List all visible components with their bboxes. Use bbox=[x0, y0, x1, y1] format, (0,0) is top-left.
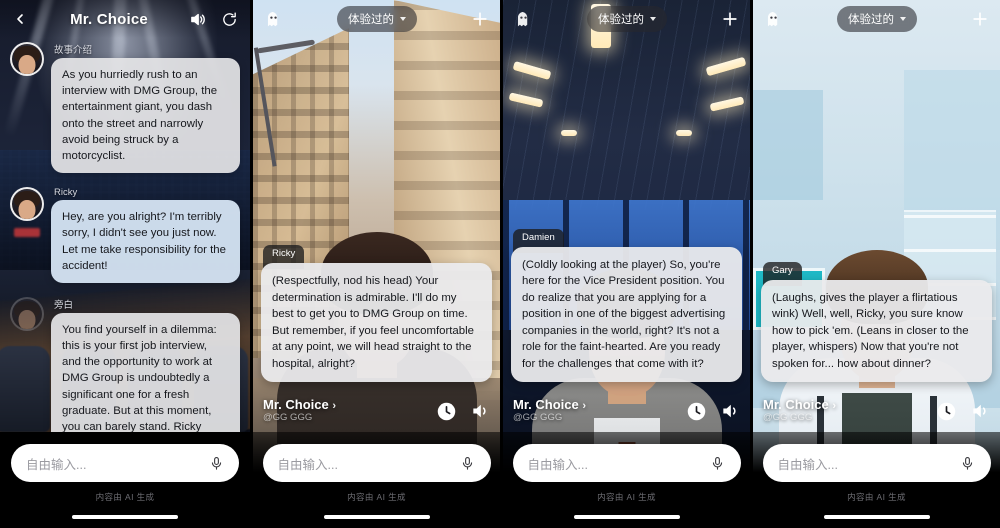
home-indicator bbox=[823, 515, 930, 519]
message-bubble: As you hurriedly rush to an interview wi… bbox=[51, 58, 240, 174]
search-input-bar[interactable]: 自由输入... bbox=[512, 444, 741, 482]
dialogue-box: Gary (Laughs, gives the player a flirtat… bbox=[761, 254, 992, 382]
character-handle: @GG GGG bbox=[513, 411, 563, 423]
microphone-icon[interactable] bbox=[206, 453, 226, 473]
plus-icon[interactable] bbox=[470, 9, 490, 29]
microphone-icon[interactable] bbox=[458, 453, 478, 473]
dialogue-text: (Respectfully, nod his head) Your determ… bbox=[261, 263, 492, 382]
ghost-icon[interactable] bbox=[763, 9, 784, 30]
character-info-bar: Mr. Choice › @GG GGG bbox=[503, 390, 750, 432]
chat-input-area: 自由输入... 内容由 AI 生成 bbox=[0, 432, 250, 528]
character-identity[interactable]: Mr. Choice › @GG GGG bbox=[513, 398, 586, 423]
chat-message: 旁白 You find yourself in a dilemma: this … bbox=[10, 296, 240, 432]
ai-generated-note: 内容由 AI 生成 bbox=[347, 492, 406, 502]
message-speaker: 故事介绍 bbox=[54, 45, 93, 56]
search-input-bar[interactable]: 自由输入... bbox=[11, 444, 239, 482]
free-input-placeholder: 自由输入... bbox=[277, 457, 338, 472]
character-actions bbox=[936, 401, 990, 422]
dialogue-box: Damien (Coldly looking at the player) So… bbox=[511, 221, 742, 382]
chat-message-list[interactable]: 故事介绍 As you hurriedly rush to an intervi… bbox=[0, 38, 250, 432]
character-name: Mr. Choice › bbox=[263, 397, 337, 413]
chat-message: Ricky Hey, are you alright? I'm terribly… bbox=[10, 187, 240, 283]
office-scene-panel: 体验过的 Damien (Coldly looking at the playe… bbox=[500, 0, 750, 528]
chevron-left-icon[interactable] bbox=[10, 9, 30, 29]
caret-down-icon bbox=[650, 17, 656, 21]
dialogue-text: (Laughs, gives the player a flirtatious … bbox=[761, 279, 992, 382]
character-identity[interactable]: Mr. Choice › @GG GGG bbox=[763, 398, 836, 423]
character-info-bar: Mr. Choice › @GG GGG bbox=[253, 390, 500, 432]
filter-label: 体验过的 bbox=[598, 14, 644, 26]
filter-label: 体验过的 bbox=[848, 14, 894, 26]
character-handle: @GG GGG bbox=[763, 411, 813, 423]
ghost-icon[interactable] bbox=[263, 9, 284, 30]
clock-icon[interactable] bbox=[686, 401, 707, 422]
microphone-icon[interactable] bbox=[708, 453, 728, 473]
search-input-bar[interactable]: 自由输入... bbox=[762, 444, 991, 482]
clock-icon[interactable] bbox=[936, 401, 957, 422]
microphone-icon[interactable] bbox=[958, 453, 978, 473]
ai-generated-note: 内容由 AI 生成 bbox=[95, 492, 155, 502]
caret-down-icon bbox=[400, 17, 406, 21]
ai-generated-note: 内容由 AI 生成 bbox=[847, 492, 906, 502]
dialogue-box: Ricky (Respectfully, nod his head) Your … bbox=[261, 237, 492, 382]
character-avatar[interactable] bbox=[10, 42, 44, 76]
scene-input-area: 自由输入... 内容由 AI 生成 bbox=[753, 432, 1000, 528]
caret-down-icon bbox=[900, 17, 906, 21]
scene-input-area: 自由输入... 内容由 AI 生成 bbox=[253, 432, 500, 528]
screenshot-root: Mr. Choice 故事介绍 As you hurriedly rush to… bbox=[0, 0, 1000, 528]
scene-header: 体验过的 bbox=[503, 0, 750, 38]
free-input-placeholder: 自由输入... bbox=[777, 457, 838, 472]
scene-header: 体验过的 bbox=[253, 0, 500, 38]
character-name: Mr. Choice › bbox=[763, 397, 837, 413]
character-identity[interactable]: Mr. Choice › @GG GGG bbox=[263, 398, 336, 423]
character-actions bbox=[686, 401, 740, 422]
chat-header-actions bbox=[188, 9, 240, 29]
message-speaker: 旁白 bbox=[54, 299, 74, 311]
character-actions bbox=[436, 401, 490, 422]
home-indicator bbox=[573, 515, 680, 519]
dialogue-text: (Coldly looking at the player) So, you'r… bbox=[511, 247, 742, 382]
message-speaker: Ricky bbox=[54, 187, 78, 199]
clock-icon[interactable] bbox=[436, 401, 457, 422]
search-input-bar[interactable]: 自由输入... bbox=[262, 444, 491, 482]
ai-generated-note: 内容由 AI 生成 bbox=[597, 492, 656, 502]
clinic-scene-panel: 体验过的 Gary (Laughs, gives the player a fl… bbox=[750, 0, 1000, 528]
page-title: Mr. Choice bbox=[70, 10, 148, 28]
message-bubble: You find yourself in a dilemma: this is … bbox=[51, 312, 240, 432]
experienced-filter-pill[interactable]: 体验过的 bbox=[587, 6, 667, 32]
plus-icon[interactable] bbox=[970, 9, 990, 29]
free-input-placeholder: 自由输入... bbox=[527, 457, 588, 472]
plus-icon[interactable] bbox=[720, 9, 740, 29]
chat-message: 故事介绍 As you hurriedly rush to an intervi… bbox=[10, 42, 240, 174]
home-indicator bbox=[72, 515, 178, 519]
speaker-icon[interactable] bbox=[719, 401, 740, 422]
character-avatar[interactable] bbox=[10, 187, 44, 222]
experienced-filter-pill[interactable]: 体验过的 bbox=[337, 6, 417, 32]
character-handle: @GG GGG bbox=[263, 411, 313, 423]
chat-header: Mr. Choice bbox=[0, 0, 250, 38]
scene-input-area: 自由输入... 内容由 AI 生成 bbox=[503, 432, 750, 528]
chevron-right-icon: › bbox=[582, 400, 587, 413]
character-info-bar: Mr. Choice › @GG GGG bbox=[753, 390, 1000, 432]
speaker-icon[interactable] bbox=[969, 401, 990, 422]
experienced-filter-pill[interactable]: 体验过的 bbox=[837, 6, 917, 32]
scene-header: 体验过的 bbox=[753, 0, 1000, 38]
refresh-icon[interactable] bbox=[220, 9, 240, 29]
character-name: Mr. Choice › bbox=[513, 397, 587, 413]
ghost-icon[interactable] bbox=[513, 9, 534, 30]
chat-panel: Mr. Choice 故事介绍 As you hurriedly rush to… bbox=[0, 0, 250, 528]
free-input-placeholder: 自由输入... bbox=[26, 457, 87, 472]
filter-label: 体验过的 bbox=[348, 14, 394, 26]
narrator-avatar[interactable] bbox=[10, 296, 44, 331]
message-bubble: Hey, are you alright? I'm terribly sorry… bbox=[51, 200, 240, 283]
chevron-right-icon: › bbox=[332, 400, 337, 413]
speaker-icon[interactable] bbox=[188, 9, 208, 29]
chevron-right-icon: › bbox=[832, 400, 837, 413]
speaker-icon[interactable] bbox=[469, 401, 490, 422]
home-indicator bbox=[323, 515, 430, 519]
street-scene-panel: 体验过的 Ricky (Respectfully, nod his head) … bbox=[250, 0, 500, 528]
